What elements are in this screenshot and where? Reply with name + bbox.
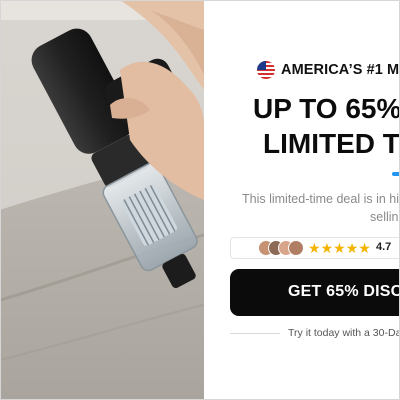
guarantee-note: Try it today with a 30-Day (288, 327, 400, 339)
headline-line-2: LIMITED T (263, 128, 400, 159)
get-discount-button[interactable]: GET 65% DISC (230, 269, 400, 316)
star-icon: ★ (308, 240, 321, 256)
star-rating: ★ ★ ★ ★ ★ (308, 239, 371, 257)
description-line-1: This limited-time deal is in high (242, 192, 400, 206)
cta-label: GET 65% DISC (288, 283, 400, 300)
divider (230, 333, 280, 334)
accent-underline (392, 172, 400, 176)
headline-line-1: UP TO 65% (253, 93, 400, 124)
star-icon: ★ (345, 240, 359, 256)
badge-row: AMERICA’S #1 MIN (257, 61, 400, 79)
us-flag-icon (257, 61, 275, 79)
star-icon: ★ (320, 240, 334, 256)
rating-value: 4.7 (376, 241, 392, 253)
product-hero-image (0, 0, 204, 400)
customer-avatars (258, 240, 304, 256)
rating-box: ★ ★ ★ ★ ★ 4.7 (230, 237, 400, 259)
star-icon: ★ (333, 240, 346, 256)
star-icon: ★ (358, 240, 371, 256)
description-line-2: selling (370, 210, 400, 224)
offer-panel: AMERICA’S #1 MIN UP TO 65% LIMITED T Thi… (204, 0, 400, 400)
badge-text: AMERICA’S #1 MIN (281, 62, 400, 78)
